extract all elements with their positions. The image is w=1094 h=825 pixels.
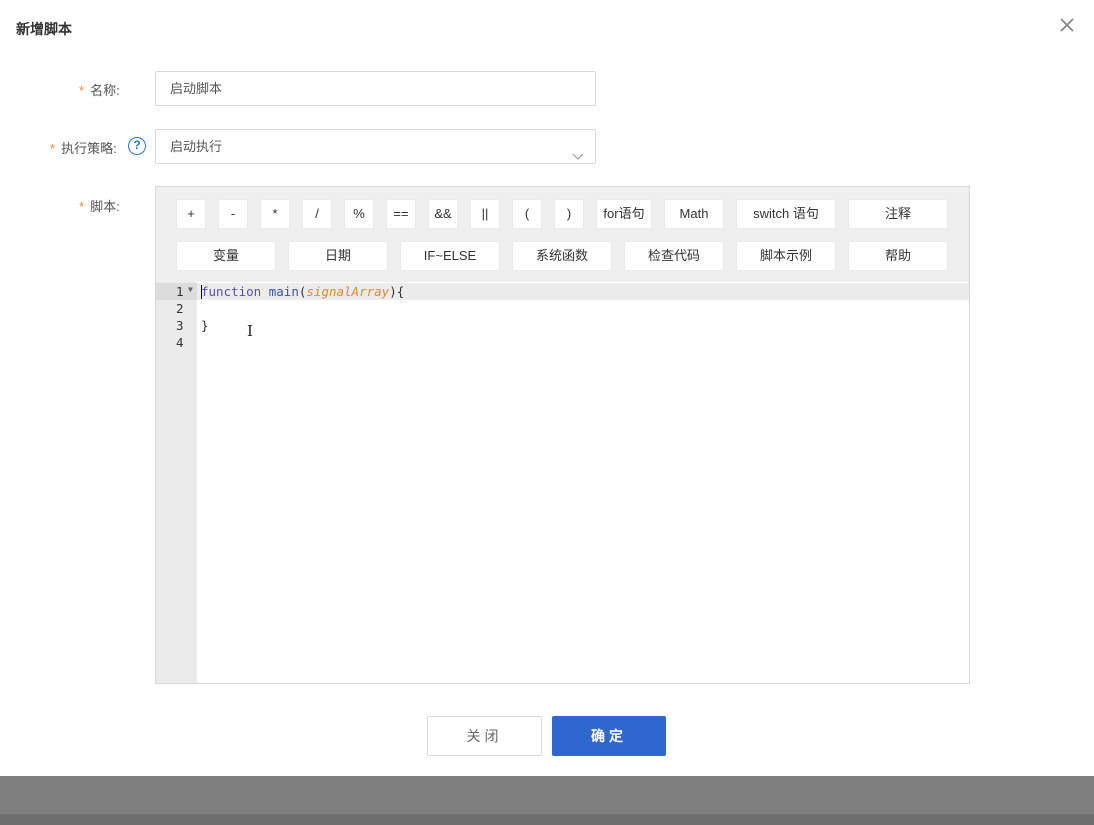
- open-paren-button[interactable]: (: [512, 199, 542, 229]
- fold-toggle-icon[interactable]: ▼: [188, 285, 193, 294]
- date-button[interactable]: 日期: [288, 241, 388, 271]
- switch-statement-button[interactable]: switch 语句: [736, 199, 836, 229]
- script-editor-panel: + - * / % == && || ( ) for语句 Math switch…: [155, 186, 970, 684]
- equals-button[interactable]: ==: [386, 199, 416, 229]
- required-mark: *: [50, 141, 56, 156]
- line-number: 1: [176, 284, 184, 299]
- line-number: 2: [176, 301, 184, 316]
- strategy-select[interactable]: 启动执行: [155, 129, 596, 164]
- code-function-name: main: [268, 284, 299, 299]
- strategy-select-value: 启动执行: [170, 139, 223, 154]
- text-cursor: [201, 285, 202, 299]
- code-line-3: }: [201, 318, 209, 333]
- divide-button[interactable]: /: [302, 199, 332, 229]
- plus-button[interactable]: +: [176, 199, 206, 229]
- modulo-button[interactable]: %: [344, 199, 374, 229]
- help-button[interactable]: 帮助: [848, 241, 948, 271]
- script-dialog: 新增脚本 * 名称: 启动脚本 * 执行策略: ? 启动执行 * 脚本: + - * …: [0, 0, 1094, 776]
- code-editor[interactable]: 1 ▼ 2 3 4 function main(signalArray){ }: [156, 282, 969, 683]
- line-number: 3: [176, 318, 184, 333]
- math-button[interactable]: Math: [664, 199, 724, 229]
- strategy-label-text: 执行策略:: [61, 141, 117, 156]
- variable-button[interactable]: 变量: [176, 241, 276, 271]
- chevron-down-icon: [571, 141, 585, 160]
- script-label-text: 脚本:: [90, 199, 120, 214]
- close-icon[interactable]: [1056, 14, 1078, 36]
- script-example-button[interactable]: 脚本示例: [736, 241, 836, 271]
- multiply-button[interactable]: *: [260, 199, 290, 229]
- modal-backdrop-bottom: [0, 814, 1094, 825]
- if-else-button[interactable]: IF~ELSE: [400, 241, 500, 271]
- name-label: * 名称:: [79, 80, 120, 99]
- required-mark: *: [79, 83, 85, 98]
- close-paren-button[interactable]: ): [554, 199, 584, 229]
- name-input[interactable]: 启动脚本: [155, 71, 596, 106]
- required-mark: *: [79, 199, 85, 214]
- comment-button[interactable]: 注释: [848, 199, 948, 229]
- code-close-brace: ){: [389, 284, 405, 299]
- code-line-1: function main(signalArray){: [201, 284, 404, 299]
- code-keyword: function: [201, 284, 262, 299]
- code-parameter: signalArray: [306, 284, 390, 299]
- ibeam-cursor-icon: I: [247, 322, 253, 340]
- dialog-title: 新增脚本: [16, 21, 72, 37]
- minus-button[interactable]: -: [218, 199, 248, 229]
- and-button[interactable]: &&: [428, 199, 458, 229]
- check-code-button[interactable]: 检查代码: [624, 241, 724, 271]
- confirm-button[interactable]: 确定: [552, 716, 666, 756]
- line-number: 4: [176, 335, 184, 350]
- for-statement-button[interactable]: for语句: [596, 199, 652, 229]
- system-function-button[interactable]: 系统函数: [512, 241, 612, 271]
- modal-backdrop: [0, 776, 1094, 814]
- strategy-label: * 执行策略:: [50, 138, 117, 157]
- help-icon[interactable]: ?: [128, 137, 146, 155]
- or-button[interactable]: ||: [470, 199, 500, 229]
- script-label: * 脚本:: [79, 196, 120, 215]
- name-label-text: 名称:: [90, 83, 120, 98]
- close-button[interactable]: 关闭: [427, 716, 542, 756]
